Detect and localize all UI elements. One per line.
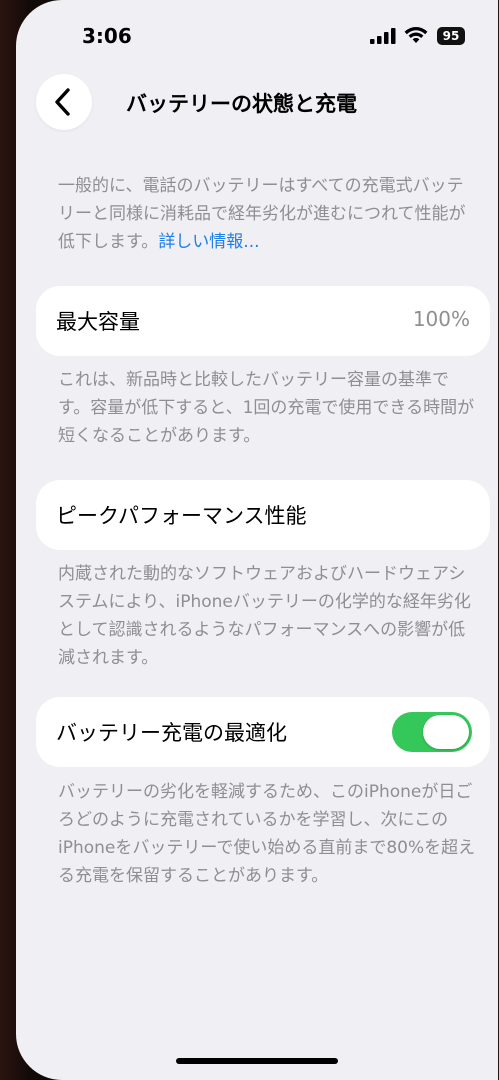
page-title: バッテリーの状態と充電: [126, 92, 357, 116]
peak-performance-label: ピークパフォーマンス性能: [56, 504, 307, 528]
peak-performance-description: 内蔵された動的なソフトウェアおよびハードウェアシステムにより、iPhoneバッテ…: [58, 564, 471, 668]
home-indicator[interactable]: [176, 1058, 338, 1064]
cellular-signal-icon: [370, 28, 396, 48]
max-capacity-row: 最大容量 100%: [36, 286, 490, 356]
chevron-left-icon: [55, 88, 70, 116]
learn-more-link[interactable]: 詳しい情報...: [158, 232, 259, 252]
toggle-knob: [423, 715, 469, 749]
max-capacity-description: これは、新品時と比較したバッテリー容量の基準です。容量が低下すると、1回の充電で…: [58, 370, 475, 446]
wifi-icon: [404, 26, 428, 48]
max-capacity-value: 100%: [412, 307, 470, 331]
battery-level-badge: 95: [437, 27, 465, 45]
optimized-charging-toggle[interactable]: [392, 712, 472, 752]
intro-paragraph: 一般的に、電話のバッテリーはすべての充電式バッテリーと同様に消耗品で経年劣化が進…: [58, 172, 476, 256]
settings-screen: 3:06 95 バッテリーの状態と充電 一般的に、電話のバッテリーはすべての充電…: [16, 0, 498, 1080]
optimized-charging-row: バッテリー充電の最適化: [36, 697, 490, 767]
intro-text: 一般的に、電話のバッテリーはすべての充電式バッテリーと同様に消耗品で経年劣化が進…: [58, 176, 466, 252]
optimized-charging-description: バッテリーの劣化を軽減するため、このiPhoneが日ごろどのように充電されている…: [58, 782, 476, 886]
status-bar: 3:06 95: [16, 0, 498, 60]
peak-performance-row[interactable]: ピークパフォーマンス性能: [36, 480, 490, 550]
status-time: 3:06: [82, 24, 132, 48]
back-button[interactable]: [36, 74, 92, 130]
optimized-charging-label: バッテリー充電の最適化: [56, 721, 287, 745]
max-capacity-label: 最大容量: [56, 310, 140, 334]
